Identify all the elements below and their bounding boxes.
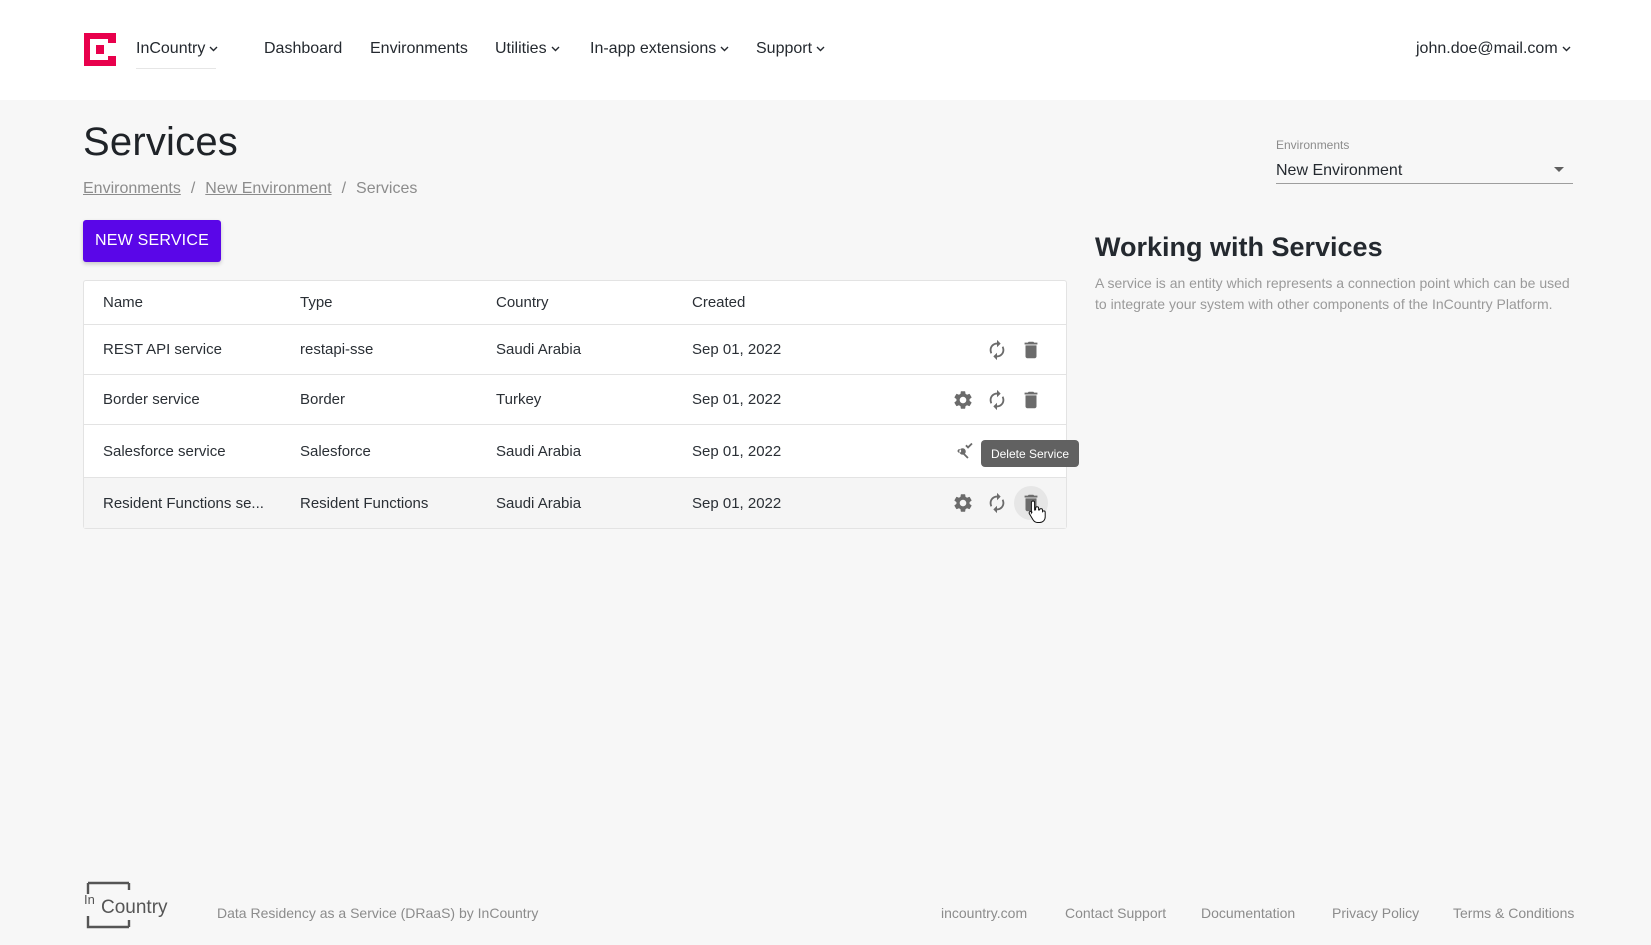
breadcrumb-separator: /: [341, 180, 347, 197]
service-name: Salesforce service: [103, 442, 226, 460]
refresh-icon[interactable]: [985, 491, 1009, 515]
gear-icon[interactable]: [951, 491, 975, 515]
environments-select[interactable]: New Environment: [1276, 158, 1573, 184]
service-name: Resident Functions se...: [103, 494, 264, 512]
refresh-icon[interactable]: [985, 388, 1009, 412]
service-type: Salesforce: [300, 442, 371, 460]
user-email: john.doe@mail.com: [1416, 40, 1558, 57]
nav-dashboard-label: Dashboard: [264, 40, 343, 57]
chevron-down-icon: [720, 46, 729, 52]
services-table: Name Type Country Created REST API servi…: [83, 280, 1067, 529]
service-type: Resident Functions: [300, 494, 429, 512]
service-created: Sep 01, 2022: [692, 494, 782, 512]
footer-logo-main: Country: [101, 897, 168, 918]
service-created: Sep 01, 2022: [692, 391, 782, 408]
column-header-country[interactable]: Country: [496, 281, 676, 324]
nav-environments-label: Environments: [370, 40, 468, 57]
table-header-row: Name Type Country Created: [84, 281, 1066, 325]
column-header-type[interactable]: Type: [300, 281, 480, 324]
nav-environments[interactable]: Environments: [370, 40, 468, 58]
footer-link-documentation[interactable]: Documentation: [1201, 905, 1295, 921]
service-name: Border service: [103, 391, 200, 408]
breadcrumb-environments[interactable]: Environments: [83, 180, 181, 198]
org-underline: [136, 68, 216, 69]
environments-select-value: New Environment: [1276, 161, 1403, 179]
info-text: A service is an entity which represents …: [1095, 275, 1570, 312]
trash-icon[interactable]: [1014, 486, 1048, 520]
breadcrumb-separator: /: [190, 180, 196, 197]
footer-logo-prefix: In: [84, 892, 95, 907]
service-created: Sep 01, 2022: [692, 442, 782, 460]
footer-link-incountry[interactable]: incountry.com: [941, 905, 1027, 921]
gear-icon[interactable]: [951, 388, 975, 412]
trash-icon[interactable]: [1019, 388, 1043, 412]
incountry-footer-logo-icon[interactable]: In Country: [83, 880, 177, 930]
service-type: restapi-sse: [300, 341, 374, 358]
column-header-name[interactable]: Name: [103, 281, 268, 324]
footer-link-privacy-policy[interactable]: Privacy Policy: [1332, 905, 1419, 921]
refresh-icon[interactable]: [985, 338, 1009, 362]
chevron-down-icon: [1562, 46, 1571, 52]
user-menu[interactable]: john.doe@mail.com: [1416, 40, 1571, 58]
footer-description: Data Residency as a Service (DRaaS) by I…: [217, 905, 539, 921]
service-country: Turkey: [496, 391, 542, 408]
nav-dashboard[interactable]: Dashboard: [264, 40, 342, 58]
incountry-logo-icon[interactable]: [84, 33, 116, 66]
service-country: Saudi Arabia: [496, 341, 582, 358]
column-header-created[interactable]: Created: [692, 281, 872, 324]
service-country: Saudi Arabia: [496, 494, 582, 512]
table-row[interactable]: REST API service restapi-sse Saudi Arabi…: [84, 325, 1066, 375]
chevron-down-icon: [209, 46, 218, 52]
nav-support-label: Support: [756, 40, 813, 57]
table-row[interactable]: Resident Functions se... Resident Functi…: [84, 478, 1066, 528]
breadcrumb: Environments / New Environment / Service…: [83, 180, 417, 198]
nav-in-app-extensions[interactable]: In-app extensions: [590, 40, 729, 58]
new-service-button[interactable]: NEW SERVICE: [83, 220, 221, 262]
caret-down-icon: [1554, 167, 1564, 172]
table-row[interactable]: Border service Border Turkey Sep 01, 202…: [84, 375, 1066, 425]
nav-in-app-extensions-label: In-app extensions: [590, 40, 717, 57]
service-name: REST API service: [103, 341, 222, 358]
breadcrumb-new-environment[interactable]: New Environment: [205, 180, 331, 198]
table-row[interactable]: Salesforce service Salesforce Saudi Arab…: [84, 425, 1066, 478]
nav-utilities-label: Utilities: [495, 40, 547, 57]
org-switcher[interactable]: InCountry: [136, 40, 218, 58]
chevron-down-icon: [816, 46, 825, 52]
delete-service-tooltip: Delete Service: [981, 440, 1079, 467]
nav-support[interactable]: Support: [756, 40, 825, 58]
service-type: Border: [300, 391, 346, 408]
key-check-icon[interactable]: [951, 439, 975, 463]
info-title: Working with Services: [1095, 232, 1383, 262]
top-header: InCountry Dashboard Environments Utiliti…: [0, 0, 1651, 100]
trash-icon[interactable]: [1019, 338, 1043, 362]
footer-link-contact-support[interactable]: Contact Support: [1065, 905, 1166, 921]
service-created: Sep 01, 2022: [692, 341, 782, 358]
page-title: Services: [83, 120, 238, 164]
chevron-down-icon: [551, 46, 560, 52]
service-country: Saudi Arabia: [496, 442, 582, 460]
environments-label: Environments: [1276, 138, 1350, 152]
breadcrumb-current: Services: [356, 180, 418, 197]
footer-link-terms[interactable]: Terms & Conditions: [1453, 905, 1574, 921]
nav-utilities[interactable]: Utilities: [495, 40, 560, 58]
org-name: InCountry: [136, 40, 206, 57]
